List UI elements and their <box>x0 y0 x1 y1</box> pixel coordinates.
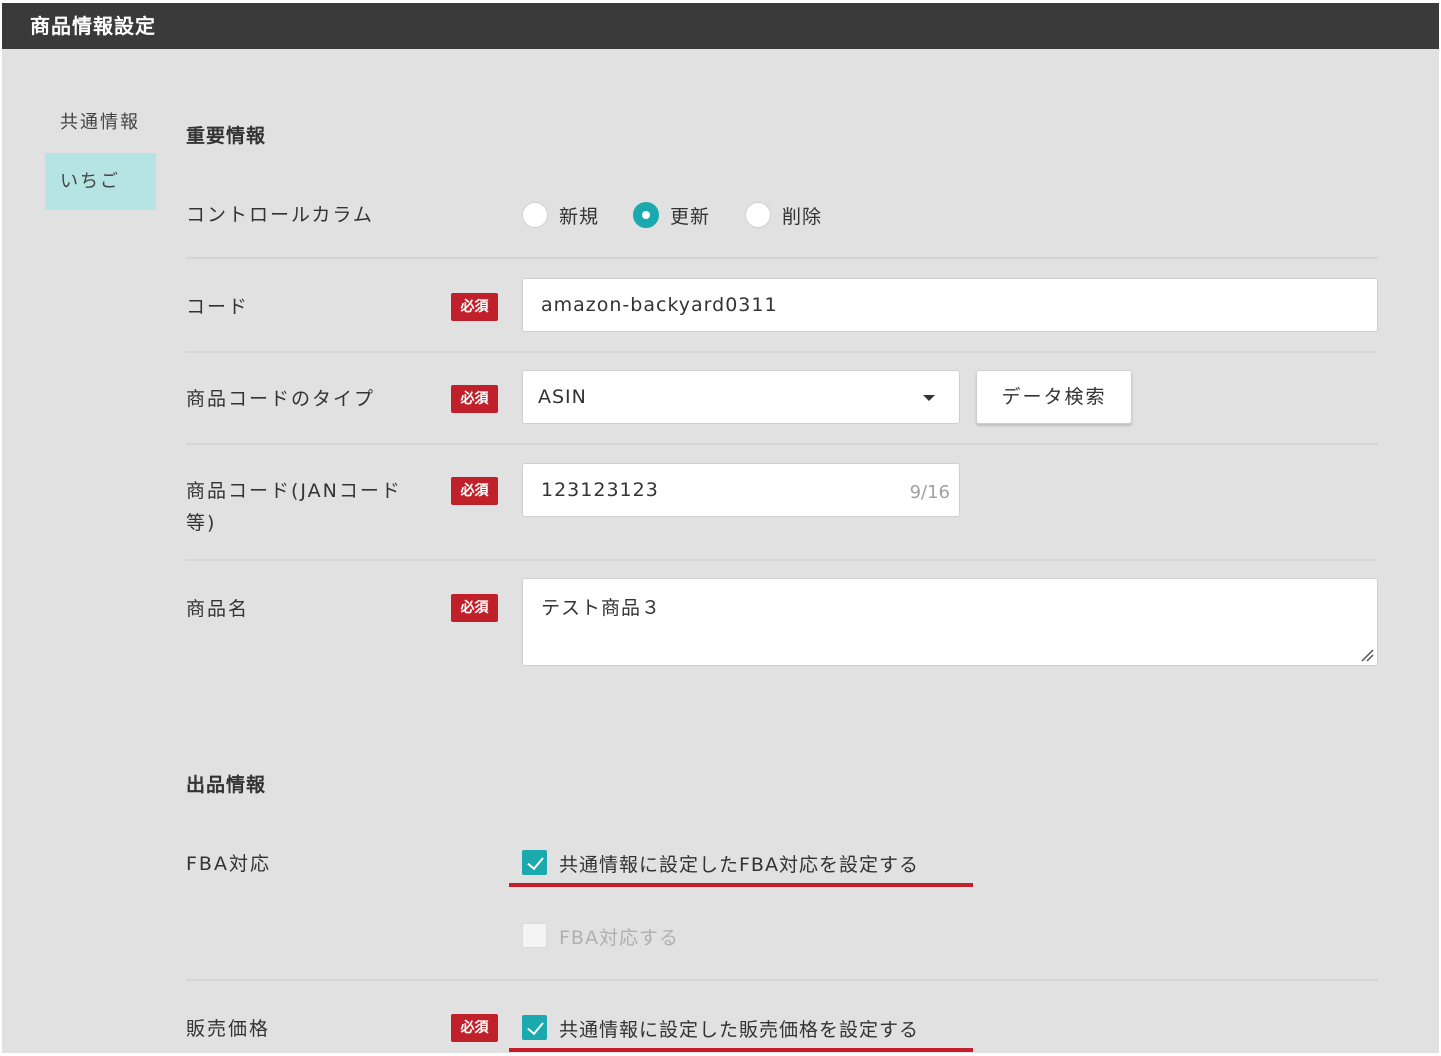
chevron-down-icon <box>923 395 935 401</box>
product-code-input[interactable]: 123123123 9/16 <box>522 463 960 517</box>
price-label: 販売価格 <box>186 1018 271 1040</box>
product-name-textarea[interactable]: テスト商品３ <box>522 578 1378 666</box>
fba-enable-label[interactable]: FBA対応する <box>559 923 679 950</box>
required-badge: 必須 <box>451 293 498 321</box>
sidebar-item-strawberry[interactable]: いちご <box>45 153 156 210</box>
code-type-label: 商品コードのタイプ <box>186 388 376 410</box>
required-badge: 必須 <box>451 1014 498 1042</box>
section-title-important: 重要情報 <box>186 125 267 147</box>
sidebar-item-common[interactable]: 共通情報 <box>45 94 156 151</box>
data-search-button[interactable]: データ検索 <box>976 370 1132 424</box>
product-code-label-line1: 商品コード(JANコード <box>186 480 402 502</box>
code-type-selected-value: ASIN <box>538 386 587 408</box>
divider <box>186 351 1378 353</box>
product-code-label-line2: 等) <box>186 512 217 534</box>
divider <box>186 257 1378 259</box>
price-use-common-checkbox[interactable] <box>522 1015 547 1040</box>
fba-use-common-checkbox[interactable] <box>522 850 547 875</box>
fba-use-common-label[interactable]: 共通情報に設定したFBA対応を設定する <box>559 850 919 877</box>
fba-enable-checkbox[interactable] <box>522 923 547 948</box>
product-name-label: 商品名 <box>186 598 250 620</box>
divider <box>186 443 1378 445</box>
divider <box>186 559 1378 561</box>
radio-delete[interactable] <box>745 202 771 228</box>
product-name-value: テスト商品３ <box>541 597 662 619</box>
radio-new[interactable] <box>522 202 548 228</box>
highlight-underline <box>509 883 973 887</box>
product-code-value: 123123123 <box>541 479 659 501</box>
section-title-listing: 出品情報 <box>186 774 267 796</box>
resize-handle-icon[interactable] <box>1360 648 1374 662</box>
product-settings-panel: 商品情報設定 共通情報 いちご 重要情報 コントロールカラム 新規 更新 削除 … <box>2 3 1439 1053</box>
radio-new-label[interactable]: 新規 <box>559 202 599 229</box>
required-badge: 必須 <box>451 477 498 505</box>
required-badge: 必須 <box>451 594 498 622</box>
window-title: 商品情報設定 <box>2 3 1439 49</box>
control-column-label: コントロールカラム <box>186 204 374 226</box>
radio-update[interactable] <box>633 202 659 228</box>
highlight-underline <box>509 1048 973 1052</box>
code-input[interactable]: amazon-backyard0311 <box>522 278 1378 332</box>
code-type-select[interactable]: ASIN <box>522 370 960 424</box>
radio-delete-label[interactable]: 削除 <box>782 202 822 229</box>
required-badge: 必須 <box>451 385 498 413</box>
divider <box>186 979 1378 981</box>
radio-update-label[interactable]: 更新 <box>670 202 710 229</box>
code-label: コード <box>186 296 250 318</box>
character-counter: 9/16 <box>909 482 950 503</box>
fba-label: FBA対応 <box>186 853 271 875</box>
product-code-label: 商品コード(JANコード 等) <box>186 475 402 539</box>
price-use-common-label[interactable]: 共通情報に設定した販売価格を設定する <box>559 1015 919 1042</box>
